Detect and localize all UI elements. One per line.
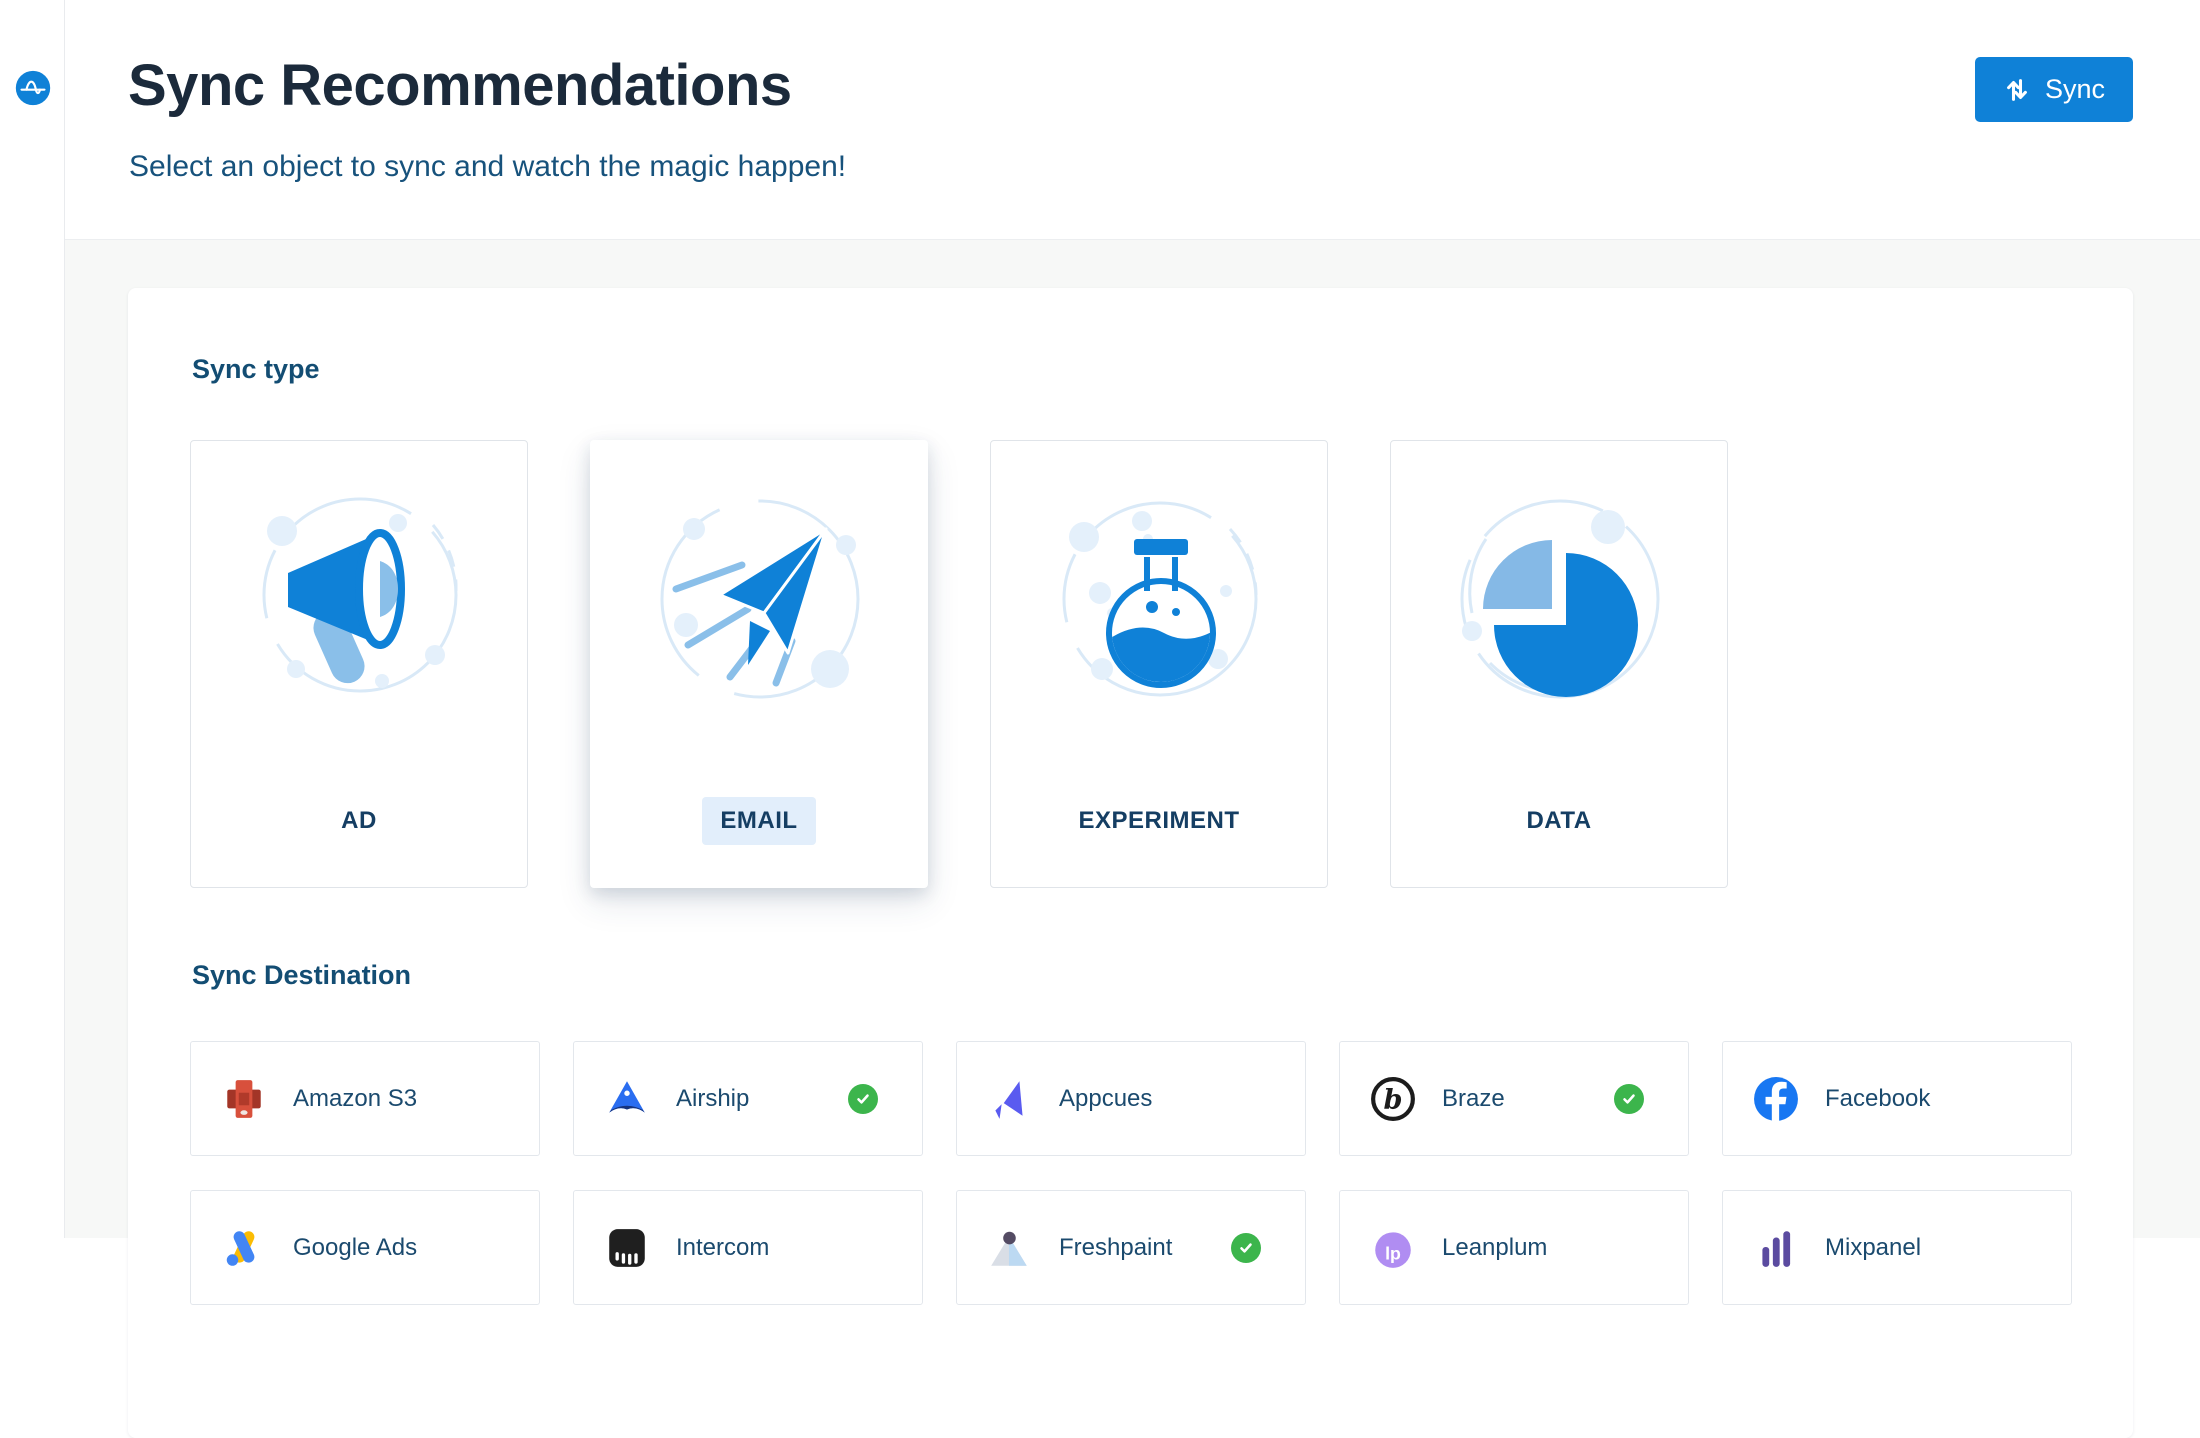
facebook-logo: [1753, 1076, 1799, 1122]
sync-destination-grid: Amazon S3 Airship: [190, 1041, 2072, 1305]
appcues-logo: [987, 1076, 1033, 1122]
sync-type-tile-ad[interactable]: AD: [190, 440, 528, 888]
sync-type-tile-experiment[interactable]: EXPERIMENT: [990, 440, 1328, 888]
page-title: Sync Recommendations: [128, 52, 792, 119]
destination-name: Braze: [1442, 1085, 1505, 1113]
svg-text:b: b: [1384, 1083, 1403, 1115]
page-subtitle: Select an object to sync and watch the m…: [129, 150, 846, 184]
page-header: Sync Recommendations Select an object to…: [65, 0, 2200, 240]
destination-tile-intercom[interactable]: Intercom: [573, 1190, 923, 1305]
paper-plane-illustration: [630, 473, 890, 733]
destination-tile-google-ads[interactable]: Google Ads: [190, 1190, 540, 1305]
sync-type-tile-data[interactable]: DATA: [1390, 440, 1728, 888]
connected-check-icon: [848, 1084, 878, 1114]
sync-recommendations-panel: Sync type: [128, 288, 2133, 1438]
destination-tile-braze[interactable]: b Braze: [1339, 1041, 1689, 1156]
destination-name: Amazon S3: [293, 1085, 417, 1113]
destination-tile-appcues[interactable]: Appcues: [956, 1041, 1306, 1156]
connected-check-icon: [1614, 1084, 1644, 1114]
sync-type-label-selected: EMAIL: [591, 797, 927, 845]
svg-text:lp: lp: [1385, 1243, 1401, 1263]
sync-type-label: AD: [191, 797, 527, 845]
amplitude-logo-icon[interactable]: [15, 70, 51, 106]
connected-check-icon: [1231, 1233, 1261, 1263]
sync-arrows-icon: [2003, 76, 2031, 104]
megaphone-illustration: [230, 473, 490, 733]
left-nav-rail: [0, 0, 65, 1238]
destination-tile-freshpaint[interactable]: Freshpaint: [956, 1190, 1306, 1305]
braze-logo: b: [1370, 1076, 1416, 1122]
content-area: Sync type: [65, 240, 2200, 1238]
sync-button-label: Sync: [2045, 74, 2105, 105]
sync-type-options: AD: [190, 440, 1728, 888]
amazon-s3-logo: [221, 1076, 267, 1122]
sync-type-tile-email[interactable]: EMAIL: [590, 440, 928, 888]
destination-tile-facebook[interactable]: Facebook: [1722, 1041, 2072, 1156]
sync-button[interactable]: Sync: [1975, 57, 2133, 122]
sync-type-label: DATA: [1391, 797, 1727, 845]
airship-logo: [604, 1076, 650, 1122]
destination-tile-leanplum[interactable]: lp Leanplum: [1339, 1190, 1689, 1305]
pie-chart-illustration: [1430, 473, 1690, 733]
destination-name: Airship: [676, 1085, 749, 1113]
leanplum-logo: lp: [1370, 1225, 1416, 1271]
intercom-logo: [604, 1225, 650, 1271]
freshpaint-logo: [987, 1225, 1033, 1271]
destination-tile-amazon-s3[interactable]: Amazon S3: [190, 1041, 540, 1156]
sync-type-heading: Sync type: [192, 354, 320, 385]
destination-tile-airship[interactable]: Airship: [573, 1041, 923, 1156]
sync-destination-heading: Sync Destination: [192, 960, 411, 991]
mixpanel-logo: [1753, 1225, 1799, 1271]
google-ads-logo: [221, 1225, 267, 1271]
destination-name: Appcues: [1059, 1085, 1152, 1113]
sync-type-label: EXPERIMENT: [991, 797, 1327, 845]
flask-illustration: [1030, 473, 1290, 733]
destination-name: Facebook: [1825, 1085, 1930, 1113]
destination-tile-mixpanel[interactable]: Mixpanel: [1722, 1190, 2072, 1305]
